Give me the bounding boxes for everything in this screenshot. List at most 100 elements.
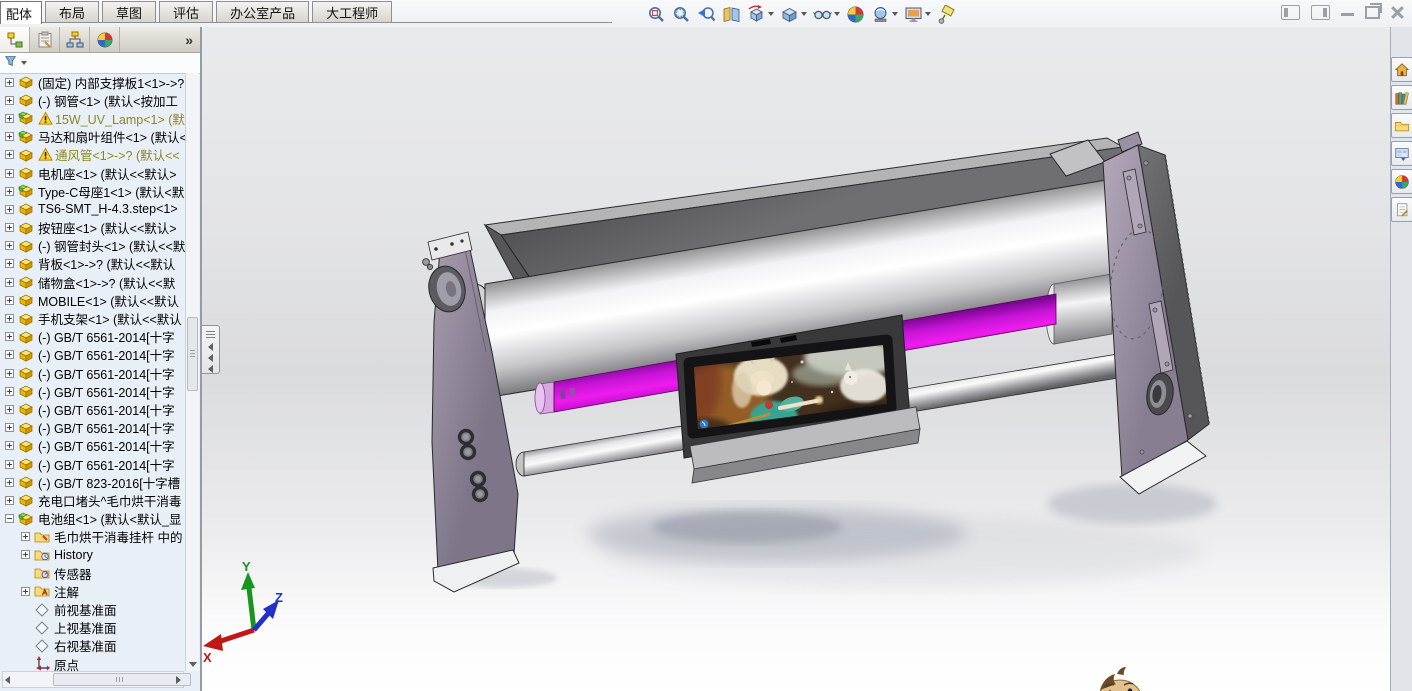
tree-item[interactable]: 上视基准面: [0, 619, 186, 637]
expand-plus-icon[interactable]: [5, 332, 14, 342]
hide-show-items-button[interactable]: [811, 2, 842, 26]
tree-item[interactable]: 储物盒<1>->? (默认<<默: [0, 273, 186, 291]
tree-item[interactable]: (-) GB/T 6561-2014[十字: [0, 382, 186, 400]
tree-item[interactable]: (-) GB/T 6561-2014[十字: [0, 419, 186, 437]
filter-dropdown-caret-icon[interactable]: [21, 61, 27, 65]
tree-item[interactable]: 按钮座<1> (默认<<默认>: [0, 219, 186, 237]
expand-plus-icon[interactable]: [5, 295, 14, 305]
tree-item[interactable]: 通风管<1>->? (默认<<: [0, 146, 186, 164]
command-tab[interactable]: 评估: [159, 1, 214, 22]
tree-item[interactable]: 充电口堵头^毛巾烘干消毒: [0, 491, 186, 509]
filter-funnel-icon[interactable]: [4, 54, 18, 73]
expand-plus-icon[interactable]: [5, 113, 14, 123]
tree-item[interactable]: (-) GB/T 6561-2014[十字: [0, 364, 186, 382]
expand-plus-icon[interactable]: [5, 368, 14, 378]
expand-plus-icon[interactable]: [21, 550, 30, 560]
toggle-right-pane-icon[interactable]: [1311, 5, 1330, 20]
expand-plus-icon[interactable]: [5, 204, 14, 214]
tree-item[interactable]: 手机支架<1> (默认<<默认: [0, 309, 186, 327]
panel-splitter-handle[interactable]: [202, 325, 220, 374]
tree-item[interactable]: (固定) 内部支撑板1<1>->?: [0, 73, 186, 91]
dropdown-caret-icon[interactable]: [925, 12, 931, 16]
tree-item[interactable]: (-) GB/T 6561-2014[十字: [0, 400, 186, 418]
command-tab[interactable]: 配体: [0, 1, 43, 24]
featuremanager-tab[interactable]: [0, 27, 30, 52]
tree-item[interactable]: 背板<1>->? (默认<<默认: [0, 255, 186, 273]
tree-item[interactable]: TS6-SMT_H-4.3.step<1>: [0, 200, 186, 218]
tree-item[interactable]: 传感器: [0, 564, 186, 582]
tree-item[interactable]: 马达和扇叶组件<1> (默认<: [0, 128, 186, 146]
section-view-button[interactable]: [720, 2, 743, 26]
collapse-minus-icon[interactable]: [5, 514, 14, 524]
expand-plus-icon[interactable]: [21, 532, 30, 542]
tree-item[interactable]: 注解: [0, 582, 186, 600]
appearances-scenes-button[interactable]: [1390, 169, 1412, 194]
configurationmanager-tab[interactable]: [60, 27, 90, 52]
expand-plus-icon[interactable]: [5, 314, 14, 324]
toggle-left-pane-icon[interactable]: [1281, 5, 1300, 20]
tree-item[interactable]: History: [0, 546, 186, 564]
expand-plus-icon[interactable]: [5, 132, 14, 142]
file-explorer-button[interactable]: [1390, 113, 1412, 138]
dropdown-caret-icon[interactable]: [801, 12, 807, 16]
tree-item[interactable]: (-) GB/T 823-2016[十字槽: [0, 473, 186, 491]
tree-item[interactable]: (-) GB/T 6561-2014[十字: [0, 328, 186, 346]
tree-item[interactable]: 电池组<1> (默认<默认_显: [0, 510, 186, 528]
dropdown-caret-icon[interactable]: [768, 12, 774, 16]
solidworks-resources-button[interactable]: [1390, 57, 1412, 82]
view-tag-button[interactable]: [935, 2, 958, 26]
design-library-button[interactable]: [1390, 85, 1412, 110]
tree-item[interactable]: 15W_UV_Lamp<1> (默: [0, 109, 186, 127]
expand-plus-icon[interactable]: [5, 441, 14, 451]
expand-plus-icon[interactable]: [5, 150, 14, 160]
expand-plus-icon[interactable]: [5, 350, 14, 360]
scroll-right-arrow[interactable]: [176, 675, 181, 684]
tree-item[interactable]: 右视基准面: [0, 637, 186, 655]
collapse-arrow-icon[interactable]: [208, 343, 213, 351]
dropdown-caret-icon[interactable]: [834, 12, 840, 16]
expand-plus-icon[interactable]: [5, 223, 14, 233]
expand-plus-icon[interactable]: [5, 95, 14, 105]
display-style-button[interactable]: [778, 2, 809, 26]
expand-plus-icon[interactable]: [5, 77, 14, 87]
restore-icon[interactable]: [1365, 3, 1382, 19]
expand-plus-icon[interactable]: [5, 404, 14, 414]
expand-plus-icon[interactable]: [5, 186, 14, 196]
previous-view-button[interactable]: [695, 2, 718, 26]
tree-item[interactable]: 毛巾烘干消毒挂杆 中的: [0, 528, 186, 546]
tree-item[interactable]: Type-C母座1<1> (默认<默: [0, 182, 186, 200]
command-tab[interactable]: 布局: [45, 1, 100, 22]
tree-item[interactable]: (-) GB/T 6561-2014[十字: [0, 346, 186, 364]
dropdown-caret-icon[interactable]: [892, 12, 898, 16]
horizontal-scroll-thumb[interactable]: [53, 673, 191, 686]
tree-item[interactable]: (-) 钢管<1> (默认<按加工: [0, 91, 186, 109]
expand-plus-icon[interactable]: [5, 495, 14, 505]
tree-horizontal-scrollbar[interactable]: [2, 671, 191, 688]
expand-plus-icon[interactable]: [5, 386, 14, 396]
tree-item[interactable]: (-) GB/T 6561-2014[十字: [0, 437, 186, 455]
displaymanager-tab[interactable]: [90, 27, 120, 52]
command-tab[interactable]: 草图: [102, 1, 157, 22]
graphics-viewport[interactable]: Y X Z: [202, 27, 1390, 691]
model-back-panel[interactable]: [1102, 131, 1210, 495]
collapse-arrow-icon[interactable]: [208, 365, 213, 373]
expand-plus-icon[interactable]: [5, 168, 14, 178]
panel-tabs-overflow-chevron[interactable]: »: [178, 27, 200, 52]
close-icon[interactable]: [1391, 6, 1404, 19]
expand-plus-icon[interactable]: [5, 459, 14, 469]
tree-item[interactable]: 前视基准面: [0, 600, 186, 618]
tree-item[interactable]: 原点: [0, 655, 186, 671]
command-tab[interactable]: 大工程师: [312, 1, 393, 22]
vertical-scroll-thumb[interactable]: [187, 317, 198, 391]
tree-item[interactable]: 电机座<1> (默认<<默认>: [0, 164, 186, 182]
view-orientation-button[interactable]: [745, 2, 776, 26]
tree-item[interactable]: MOBILE<1> (默认<<默认: [0, 291, 186, 309]
expand-plus-icon[interactable]: [5, 477, 14, 487]
apply-scene-button[interactable]: [869, 2, 900, 26]
tree-vertical-scrollbar[interactable]: [185, 73, 199, 671]
command-tab[interactable]: 办公室产品: [216, 1, 310, 22]
view-settings-button[interactable]: [902, 2, 933, 26]
scroll-left-arrow[interactable]: [5, 675, 10, 684]
tree-item[interactable]: (-) 钢管封头<1> (默认<<默: [0, 237, 186, 255]
tree-filter-bar[interactable]: [0, 53, 200, 74]
